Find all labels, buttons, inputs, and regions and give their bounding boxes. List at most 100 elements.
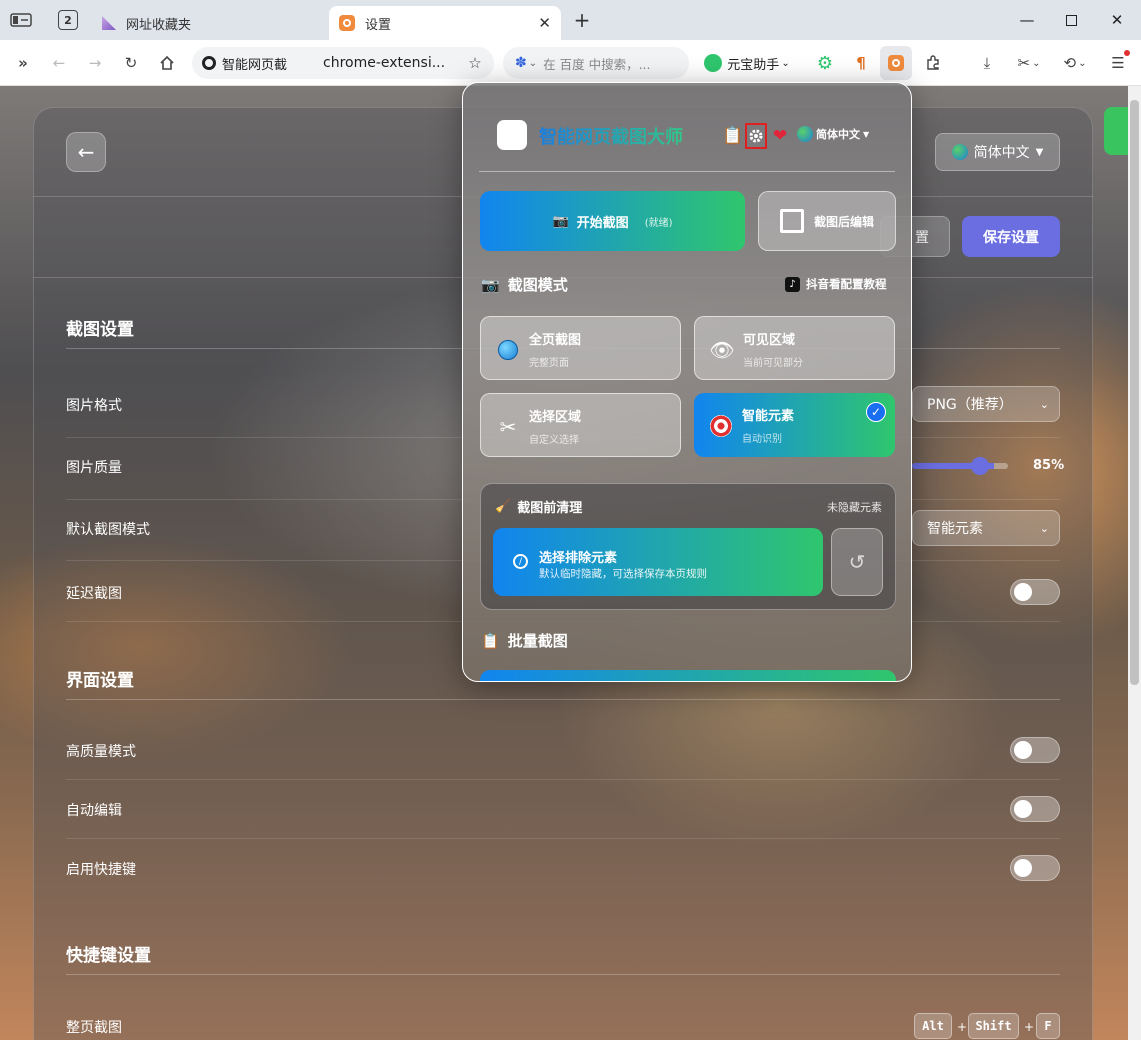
sidebar-toggle-icon[interactable]	[8, 10, 34, 30]
popup-language-label: 简体中文	[816, 128, 860, 141]
forward-icon[interactable]: →	[84, 50, 106, 76]
cleanup-title: 截图前清理	[517, 501, 583, 516]
key-f[interactable]: F	[1036, 1013, 1060, 1039]
mode-desc: 完整页面	[529, 358, 569, 369]
baidu-paw-icon: ✽	[515, 55, 527, 71]
broom-icon: 🧹	[495, 499, 512, 514]
start-capture-status: (就绪)	[644, 217, 673, 229]
select-value: PNG（推荐）	[927, 397, 1013, 413]
browser-toolbar: » ← → ↻ 智能网页截 chrome-extensi... ☆ ✽ ⌄ 在 …	[0, 40, 1141, 86]
image-format-select[interactable]: PNG（推荐） ⌄	[912, 386, 1060, 422]
language-select[interactable]: 简体中文 ▼	[935, 133, 1060, 171]
bookmark-icon	[102, 16, 116, 30]
search-placeholder: 在 百度 中搜索，...	[543, 56, 651, 72]
cleanup-status: 未隐藏元素	[827, 501, 882, 514]
clipboard-icon: 📋	[481, 631, 500, 650]
default-mode-select[interactable]: 智能元素 ⌄	[912, 510, 1060, 546]
site-label: 智能网页截	[222, 57, 288, 73]
extension-camera-icon	[339, 15, 355, 31]
tab-bar: 2 网址收藏夹 设置 ✕ + — ✕	[0, 0, 1141, 40]
square-icon	[779, 209, 804, 233]
key-plus: +	[1024, 1020, 1035, 1034]
hq-mode-toggle[interactable]	[1010, 737, 1060, 763]
language-label: 简体中文	[973, 145, 1030, 161]
start-capture-label: 开始截图	[576, 215, 629, 231]
green-gear-extension-icon[interactable]: ⚙	[814, 50, 836, 76]
chevron-down-icon: ⌄	[528, 57, 538, 69]
quality-slider-track[interactable]	[912, 463, 1008, 469]
mode-visible-area[interactable]: 👁 可见区域 当前可见部分	[694, 316, 895, 380]
maximize-icon[interactable]	[1057, 8, 1085, 32]
hotkeys-toggle[interactable]	[1010, 855, 1060, 881]
batch-capture-title: 批量截图	[507, 632, 568, 650]
reload-icon[interactable]: ↻	[120, 50, 142, 76]
exclude-desc: 默认临时隐藏，可选择保存本页规则	[539, 568, 707, 580]
minimize-icon[interactable]: —	[1013, 8, 1041, 32]
settings-gear-icon[interactable]	[745, 123, 767, 149]
tab-settings[interactable]: 设置 ✕	[329, 6, 561, 40]
scissors-icon: ✂	[499, 415, 517, 439]
mode-desc: 自动识别	[742, 434, 782, 445]
chevron-down-icon: ⌄	[1039, 521, 1049, 535]
heart-icon[interactable]: ❤	[769, 123, 791, 149]
globe-icon	[495, 337, 521, 363]
expand-sidebar-icon[interactable]: »	[12, 50, 34, 76]
exclude-label: 选择排除元素	[539, 551, 618, 566]
scissors-icon[interactable]: ✂ ⌄	[1012, 50, 1046, 76]
select-value: 智能元素	[927, 521, 983, 537]
delay-toggle[interactable]	[1010, 579, 1060, 605]
puzzle-extensions-icon[interactable]	[922, 50, 944, 76]
start-capture-button[interactable]: 📷 开始截图 (就绪)	[480, 191, 745, 251]
section-title-interface: 界面设置	[66, 671, 134, 691]
quality-slider-thumb[interactable]	[971, 457, 989, 475]
save-settings-button[interactable]: 保存设置	[962, 216, 1060, 257]
mode-name: 全页截图	[529, 333, 582, 348]
capture-mode-title: 截图模式	[507, 276, 568, 294]
row-label-quality: 图片质量	[66, 460, 122, 476]
extension-popup: 智能网页截图大师 📋 ❤ 简体中文 ▼ 📷 开始截图 (就绪) 截图后编辑 📷 …	[462, 82, 912, 682]
paragraph-extension-icon[interactable]: ¶	[850, 50, 872, 76]
mode-name: 选择区域	[529, 410, 582, 425]
tab-count-badge[interactable]: 2	[58, 10, 78, 30]
key-shift[interactable]: Shift	[968, 1013, 1019, 1039]
screenshot-extension-icon[interactable]	[880, 46, 912, 80]
new-tab-button[interactable]: +	[572, 8, 592, 32]
key-plus: +	[957, 1020, 968, 1034]
batch-capture-button[interactable]	[480, 670, 896, 681]
yuanbao-label: 元宝助手	[727, 57, 780, 73]
history-icon[interactable]: ⟲ ⌄	[1058, 50, 1092, 76]
globe-icon	[797, 126, 813, 142]
back-icon[interactable]: ←	[48, 50, 70, 76]
download-icon[interactable]: ⤓	[976, 50, 998, 76]
address-bar[interactable]: 智能网页截 chrome-extensi...	[192, 47, 494, 79]
reset-rules-icon[interactable]: ↺	[831, 528, 883, 596]
back-button[interactable]: ←	[66, 132, 106, 172]
popup-language-select[interactable]: 简体中文 ▼	[797, 126, 869, 142]
mode-select-region[interactable]: ✂ 选择区域 自定义选择	[480, 393, 681, 457]
mode-full-page[interactable]: 全页截图 完整页面	[480, 316, 681, 380]
key-alt[interactable]: Alt	[914, 1013, 952, 1039]
camera-icon: 📷	[552, 213, 569, 229]
chevron-down-icon: ⌄	[1039, 397, 1049, 411]
star-icon[interactable]: ☆	[464, 50, 486, 76]
menu-icon[interactable]: ☰	[1106, 50, 1130, 76]
tutorial-link-label: 抖音看配置教程	[806, 277, 887, 291]
mode-smart-element[interactable]: 智能元素 自动识别 ✓	[694, 393, 895, 457]
tiktok-tutorial-link[interactable]: ♪ 抖音看配置教程	[785, 276, 887, 292]
row-label-delay: 延迟截图	[66, 586, 122, 602]
edit-after-capture-button[interactable]: 截图后编辑	[758, 191, 896, 251]
clipboard-icon[interactable]: 📋	[722, 123, 744, 149]
batch-capture-heading: 📋 批量截图	[481, 630, 568, 651]
auto-edit-toggle[interactable]	[1010, 796, 1060, 822]
caret-down-icon: ▼	[1035, 146, 1044, 158]
scrollbar-thumb[interactable]	[1130, 100, 1139, 685]
yuanbao-assistant-button[interactable]: 元宝助手 ⌄	[704, 50, 790, 76]
close-tab-icon[interactable]: ✕	[538, 14, 551, 32]
close-window-icon[interactable]: ✕	[1103, 8, 1131, 32]
url-text: chrome-extensi...	[323, 55, 446, 71]
home-icon[interactable]	[156, 50, 178, 76]
select-exclude-elements-button[interactable]: / 选择排除元素 默认临时隐藏，可选择保存本页规则	[493, 528, 823, 596]
section-divider	[66, 974, 1060, 975]
tab-bookmarks[interactable]: 网址收藏夹	[96, 6, 324, 40]
search-box[interactable]: ✽ ⌄ 在 百度 中搜索，...	[503, 47, 689, 79]
